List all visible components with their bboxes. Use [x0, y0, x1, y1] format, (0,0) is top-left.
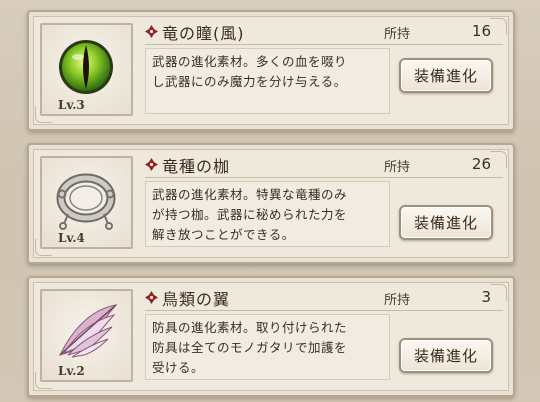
equip-evolve-button[interactable]: 装備進化	[399, 205, 493, 240]
shackle-ring-icon	[56, 173, 116, 230]
item-description: 武器の進化素材。特異な竜種のみ が持つ枷。武器に秘められた力を 解き放つことがで…	[145, 181, 390, 247]
owned-label: 所持	[384, 293, 411, 308]
pink-wing-icon	[59, 304, 118, 358]
item-level: Lv.3	[58, 98, 85, 112]
item-level: Lv.2	[58, 364, 85, 378]
green-dragon-eye-icon	[59, 40, 113, 94]
item-name: 竜種の枷	[162, 157, 231, 176]
item-icon-frame[interactable]: Lv.3	[40, 23, 133, 116]
item-description: 武器の進化素材。多くの血を啜り し武器にのみ魔力を分け与える。	[145, 48, 390, 114]
item-name: 鳥類の翼	[162, 290, 231, 309]
owned-count: 26	[471, 155, 491, 173]
item-icon-frame[interactable]: Lv.4	[40, 156, 133, 249]
item-name: 竜の瞳(風)	[162, 24, 245, 43]
description-line: 武器の進化素材。特異な竜種のみ	[152, 187, 348, 202]
description-line: 防具の進化素材。取り付けられた	[152, 320, 348, 335]
description-line: が持つ枷。武器に秘められた力を	[152, 207, 348, 222]
item-description: 防具の進化素材。取り付けられた 防具は全てのモノガタリで加護を 受ける。	[145, 314, 390, 380]
owned-label: 所持	[384, 160, 411, 175]
item-bullet-icon	[145, 25, 158, 38]
material-card-dragon-shackle: Lv.4 竜種の枷 所持 26 武器の進化素材。特異な竜種のみ が持つ枷。武器に…	[27, 143, 515, 264]
item-icon-frame[interactable]: Lv.2	[40, 289, 133, 382]
owned-count: 3	[481, 288, 491, 306]
description-line: 防具は全てのモノガタリで加護を	[152, 340, 348, 355]
equip-evolve-button[interactable]: 装備進化	[399, 58, 493, 93]
item-level: Lv.4	[58, 231, 85, 245]
material-card-dragon-eye: Lv.3 竜の瞳(風) 所持 16 武器の進化素材。多くの血を啜り し武器にのみ…	[27, 10, 515, 131]
item-bullet-icon	[145, 158, 158, 171]
divider	[145, 44, 503, 45]
description-line: 武器の進化素材。多くの血を啜り	[152, 54, 348, 69]
divider	[145, 177, 503, 178]
description-line: し武器にのみ魔力を分け与える。	[152, 74, 347, 89]
description-line: 受ける。	[152, 360, 205, 375]
description-line: 解き放つことができる。	[152, 227, 295, 242]
owned-count: 16	[471, 22, 491, 40]
equip-evolve-button[interactable]: 装備進化	[399, 338, 493, 373]
divider	[145, 310, 503, 311]
owned-label: 所持	[384, 27, 411, 42]
item-bullet-icon	[145, 291, 158, 304]
material-card-bird-wing: Lv.2 鳥類の翼 所持 3 防具の進化素材。取り付けられた 防具は全てのモノガ…	[27, 276, 515, 397]
